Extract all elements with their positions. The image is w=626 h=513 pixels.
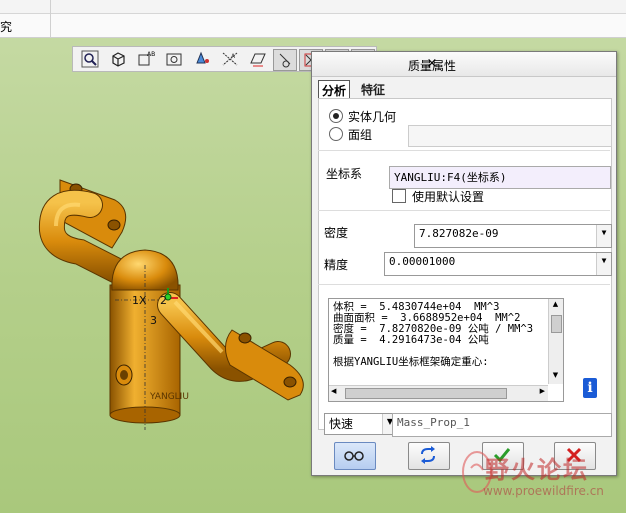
chevron-down-icon[interactable]: ▼	[596, 253, 611, 275]
density-label: 密度	[324, 226, 349, 240]
solid-geometry-radio[interactable]	[329, 109, 343, 123]
divider	[318, 150, 610, 151]
spin-center-icon[interactable]	[191, 49, 213, 69]
results-text: 体积 = 5.4830744e+04 MM^3 曲面面积 = 3.6688952e…	[333, 302, 533, 368]
results-line: 根据YANGLIU坐标框架确定重心:	[333, 356, 489, 368]
density-field[interactable]: 7.827082e-09 ▼	[414, 224, 612, 248]
preview-button[interactable]	[334, 442, 376, 470]
horizontal-scrollbar[interactable]: ◀ ▶	[329, 385, 548, 401]
results-box[interactable]: 体积 = 5.4830744e+04 MM^3 曲面面积 = 3.6688952e…	[328, 298, 564, 402]
close-icon[interactable]: ×	[312, 56, 552, 71]
svg-text:A: A	[231, 53, 236, 60]
facet-radio[interactable]	[329, 127, 343, 141]
accuracy-label: 精度	[324, 258, 349, 272]
datum-axes-icon[interactable]: A	[219, 49, 241, 69]
watermark-url: www.proewildfire.cn	[483, 484, 604, 498]
axis-label-3: 3	[150, 314, 157, 327]
axis-label-1x: 1X	[132, 294, 147, 307]
results-line: 质量 = 4.2916473e-04 公吨	[333, 334, 489, 346]
scroll-thumb[interactable]	[345, 388, 507, 399]
svg-text:AB: AB	[147, 51, 155, 58]
scroll-down-icon[interactable]: ▼	[550, 371, 561, 382]
scroll-up-icon[interactable]: ▲	[550, 300, 561, 311]
facet-collector[interactable]	[408, 125, 612, 147]
lower-flange	[225, 329, 304, 401]
annotation-icon[interactable]	[273, 49, 297, 71]
scroll-thumb[interactable]	[551, 315, 562, 333]
density-value: 7.827082e-09	[419, 227, 499, 240]
main-cylinder	[109, 249, 181, 430]
zoom-fit-icon[interactable]	[79, 49, 101, 69]
chevron-down-icon[interactable]: ▼	[596, 225, 611, 247]
model-viewport[interactable]: 1X 2 3 YANGLIU	[20, 160, 320, 430]
command-bar-strip: 究	[0, 14, 626, 38]
csys-field[interactable]: YANGLIU:F4(坐标系)	[389, 166, 611, 189]
name-field[interactable]: Mass_Prop_1	[392, 413, 612, 437]
axis-label-2: 2	[160, 294, 167, 307]
mode-select[interactable]: 快速 ▼	[324, 413, 398, 435]
saved-views-icon[interactable]: AB	[135, 49, 157, 69]
facet-label: 面组	[348, 128, 373, 142]
divider	[318, 284, 610, 285]
mass-properties-dialog: 质量属性 × 分析 特征 实体几何 面组 坐标系 YANGLIU:F4(坐标系)…	[311, 51, 617, 476]
vertical-scrollbar[interactable]: ▲ ▼	[548, 299, 563, 384]
camera-icon[interactable]	[163, 49, 185, 69]
scroll-left-icon[interactable]: ◀	[331, 387, 336, 395]
use-default-checkbox[interactable]	[392, 189, 406, 203]
scroll-right-icon[interactable]: ▶	[540, 387, 545, 395]
repeat-button[interactable]	[408, 442, 450, 470]
info-icon[interactable]: i	[583, 378, 597, 398]
solid-geometry-label: 实体几何	[348, 110, 397, 124]
watermark-brand: 野火论坛	[485, 455, 589, 484]
glasses-icon	[344, 451, 364, 461]
dialog-title-bar[interactable]: 质量属性 ×	[312, 52, 616, 77]
datum-plane-icon[interactable]	[247, 49, 269, 69]
mode-value: 快速	[329, 417, 354, 431]
view-cube-icon[interactable]	[107, 49, 129, 69]
menu-bar-strip	[0, 0, 626, 14]
use-default-label: 使用默认设置	[412, 190, 485, 204]
command-bar-text: 究	[0, 20, 13, 34]
tab-feature[interactable]: 特征	[358, 80, 388, 100]
csys-label-yangliu: YANGLIU	[149, 392, 189, 402]
forum-watermark: 野火论坛 www.proewildfire.cn	[455, 440, 625, 510]
accuracy-value: 0.00001000	[389, 255, 456, 268]
divider	[318, 210, 610, 211]
repeat-icon	[421, 446, 435, 464]
csys-label: 坐标系	[326, 167, 363, 181]
accuracy-field[interactable]: 0.00001000 ▼	[384, 252, 612, 276]
